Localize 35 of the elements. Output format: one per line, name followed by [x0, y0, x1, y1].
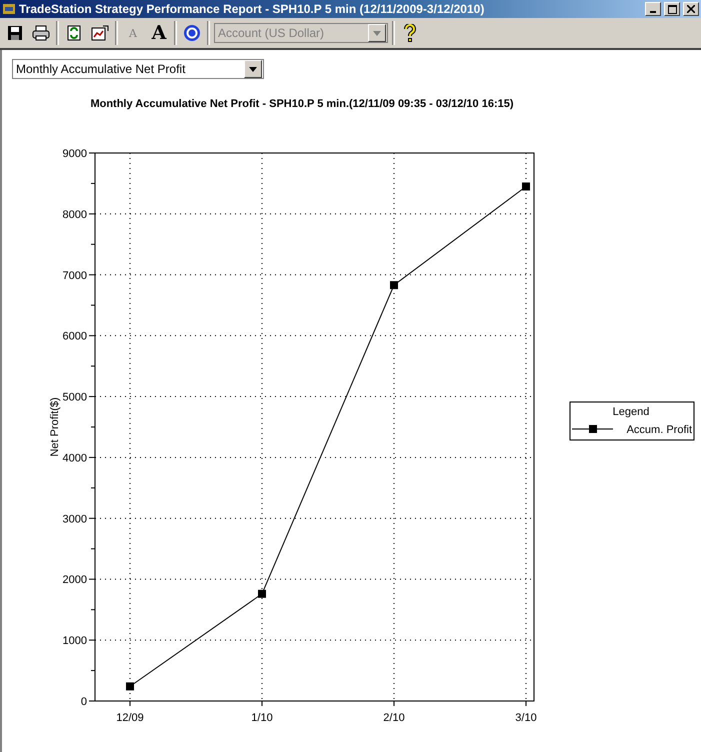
legend-title: Legend	[612, 406, 650, 418]
question-mark-icon	[404, 24, 416, 42]
dropdown-arrow-icon	[249, 66, 257, 72]
chart-title: Monthly Accumulative Net Profit - SPH10.P 5 min.(12/11/09 09:35 - 03/12/10 16:15)	[90, 98, 514, 110]
legend-label: Accum. Profit	[626, 424, 692, 436]
y-tick-label: 7000	[62, 270, 87, 282]
y-tick-label: 2000	[62, 574, 87, 586]
data-point	[126, 682, 134, 690]
y-tick-label: 8000	[62, 208, 87, 221]
y-tick-label: 1000	[62, 635, 87, 648]
app-icon	[2, 2, 16, 16]
dropdown-arrow-icon	[373, 30, 381, 36]
close-button[interactable]	[683, 2, 699, 16]
x-tick-label: 2/10	[383, 712, 405, 724]
legend-line-icon	[572, 425, 614, 433]
x-tick-label: 12/09	[116, 712, 144, 724]
y-tick-label: 3000	[62, 513, 87, 526]
y-tick-label: 0	[80, 696, 87, 708]
y-tick-label: 4000	[62, 452, 87, 464]
target-button[interactable]	[181, 22, 203, 44]
data-point	[522, 182, 530, 190]
y-tick-label: 6000	[62, 330, 87, 343]
report-dropdown[interactable]: Monthly Accumulative Net Profit	[12, 59, 264, 79]
x-tick-label: 3/10	[515, 712, 537, 724]
window-title: TradeStation Strategy Performance Report - SPH10.P 5 min (12/11/2009-3/12/2010)	[19, 2, 486, 16]
maximize-button[interactable]	[664, 2, 680, 16]
minimize-button[interactable]	[645, 2, 661, 16]
maximize-icon	[668, 4, 676, 14]
y-tick-label: 9000	[62, 148, 87, 160]
x-tick-label: 1/10	[251, 712, 273, 724]
y-tick-label: 5000	[62, 392, 87, 404]
close-icon	[687, 5, 695, 13]
y-axis-title: Net Profit($)	[49, 397, 61, 457]
increase-font-button[interactable]: A	[148, 22, 170, 44]
data-point	[390, 281, 398, 290]
